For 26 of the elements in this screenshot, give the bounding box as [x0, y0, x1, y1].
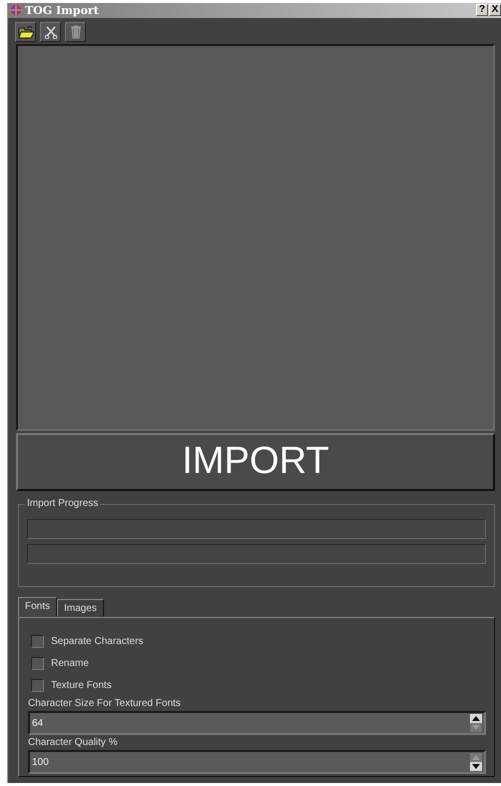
tab[interactable]: Fonts [18, 597, 58, 618]
number-field[interactable]: 64 [28, 711, 486, 736]
folder-icon [18, 24, 34, 39]
group-title: Import Progress [25, 498, 100, 509]
field-label: Character Size For Textured Fonts [28, 698, 182, 710]
checkbox-label: Rename [51, 658, 89, 669]
window-title: TOG Import [25, 4, 100, 17]
checkbox-label: Separate Characters [51, 636, 144, 647]
trash-icon [70, 24, 82, 39]
number-field[interactable]: 100 [28, 750, 486, 774]
close-button[interactable]: X [489, 4, 501, 16]
trash-button[interactable] [65, 22, 86, 42]
diamond-icon [9, 3, 23, 18]
down-arrow-icon[interactable] [470, 762, 482, 772]
tab[interactable]: Images [57, 599, 104, 618]
up-arrow-icon[interactable] [470, 714, 482, 724]
checkbox[interactable] [31, 634, 44, 648]
open-folder-button[interactable] [15, 22, 36, 42]
checkbox-label: Texture Fonts [51, 680, 112, 691]
import-button[interactable]: IMPORT [16, 432, 495, 491]
checkbox[interactable] [31, 678, 44, 692]
checkbox[interactable] [31, 656, 44, 670]
scissors-icon [44, 24, 58, 39]
help-button[interactable]: ? [476, 4, 488, 16]
scissors-button[interactable] [40, 22, 61, 42]
field-label: Character Quality % [28, 737, 118, 748]
